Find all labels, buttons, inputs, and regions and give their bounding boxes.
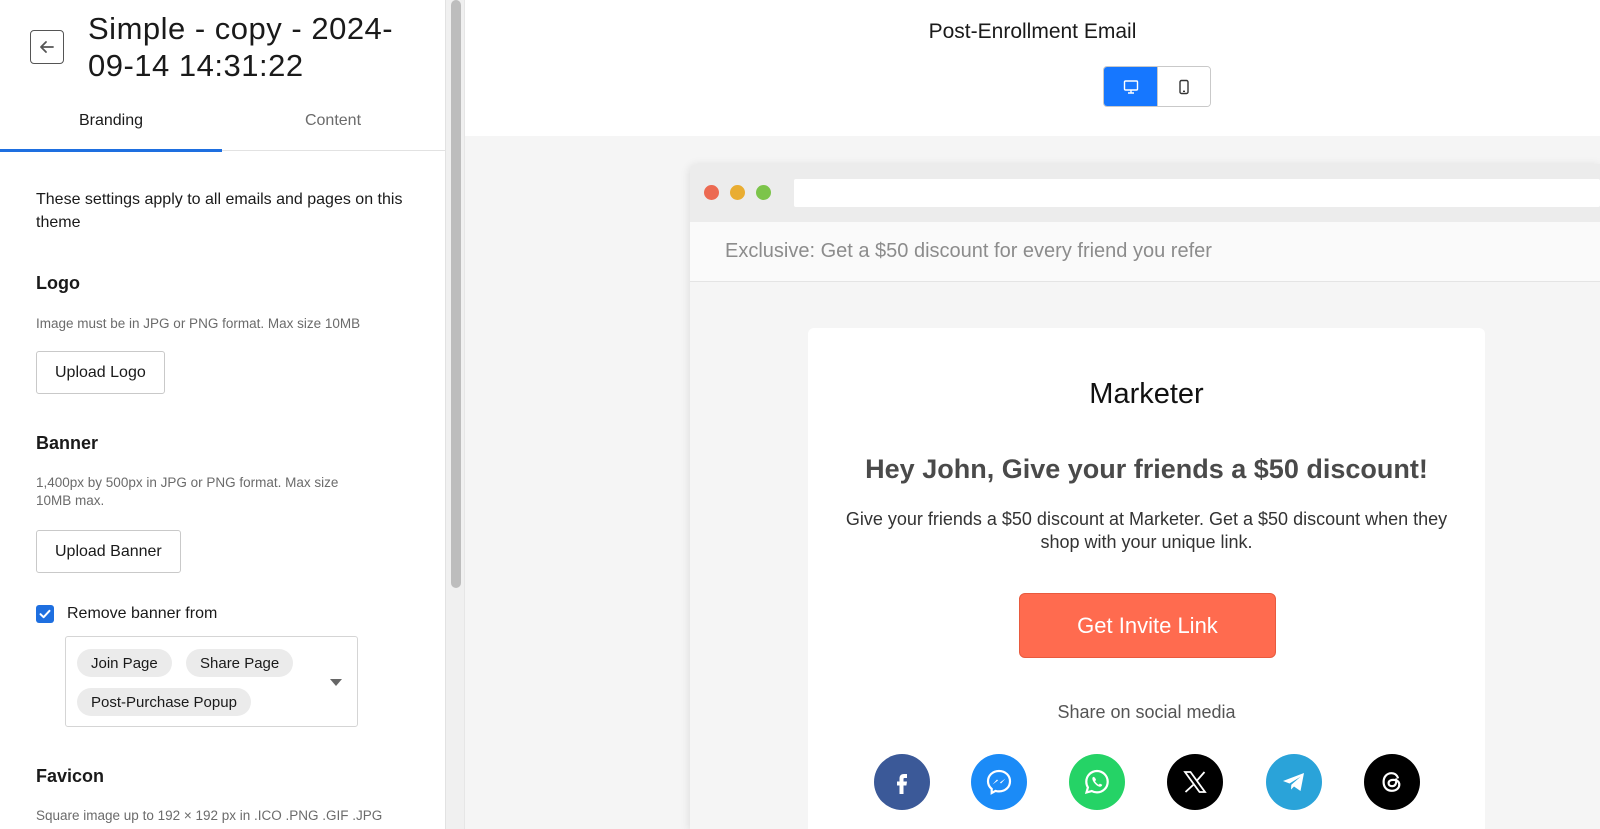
share-label: Share on social media <box>1057 702 1236 722</box>
banner-heading: Banner <box>36 433 99 453</box>
back-button[interactable] <box>30 30 64 64</box>
tab-branding[interactable]: Branding <box>0 104 222 152</box>
email-subject-row: Exclusive: Get a $50 discount for every … <box>690 222 1600 282</box>
get-invite-link-button[interactable]: Get Invite Link <box>1019 593 1276 658</box>
preview-title: Post-Enrollment Email <box>928 20 1137 43</box>
check-icon <box>39 609 51 619</box>
upload-banner-button[interactable]: Upload Banner <box>36 530 181 573</box>
panel-scrollbar-thumb[interactable] <box>451 0 461 588</box>
x-icon[interactable] <box>1167 754 1223 810</box>
tab-content[interactable]: Content <box>222 104 444 151</box>
theme-title: Simple - copy - 2024-09-14 14:31:22 <box>88 11 394 83</box>
whatsapp-icon[interactable] <box>1069 754 1125 810</box>
remove-banner-checkbox[interactable] <box>36 605 54 623</box>
telegram-icon[interactable] <box>1266 754 1322 810</box>
logo-heading: Logo <box>36 273 80 293</box>
facebook-glyph-icon <box>897 774 907 794</box>
brand-name: Marketer <box>1089 378 1204 410</box>
upload-logo-button[interactable]: Upload Logo <box>36 351 165 394</box>
threads-glyph-icon <box>1382 772 1401 792</box>
arrow-left-icon <box>40 41 54 53</box>
settings-intro: These settings apply to all emails and p… <box>36 191 403 231</box>
chip-share-page[interactable]: Share Page <box>186 649 294 677</box>
email-headline: Hey John, Give your friends a $50 discou… <box>865 454 1428 484</box>
settings-tabs: Branding Content <box>0 104 445 152</box>
desktop-icon <box>1123 79 1138 94</box>
favicon-heading: Favicon <box>36 766 105 786</box>
remove-banner-pages-select[interactable]: Join Page Share Page Post-Purchase Popup <box>65 636 358 727</box>
chip-post-purchase-popup[interactable]: Post-Purchase Popup <box>77 688 251 716</box>
chevron-down-icon[interactable] <box>330 679 342 686</box>
minimize-dot-icon <box>730 185 745 200</box>
mobile-icon <box>1179 79 1189 94</box>
banner-helper: 1,400px by 500px in JPG or PNG format. M… <box>36 475 339 508</box>
email-body: Give your friends a $50 discount at Mark… <box>845 509 1448 552</box>
whatsapp-glyph-icon <box>1084 769 1109 795</box>
browser-mockup: Exclusive: Get a $50 discount for every … <box>690 164 1600 829</box>
messenger-icon[interactable] <box>971 754 1027 810</box>
url-bar <box>794 179 1600 207</box>
remove-banner-label[interactable]: Remove banner from <box>67 605 217 623</box>
browser-titlebar <box>690 164 1600 222</box>
email-card: Marketer Hey John, Give your friends a $… <box>808 328 1485 829</box>
telegram-glyph-icon <box>1283 773 1304 791</box>
maximize-dot-icon <box>756 185 771 200</box>
device-toggle <box>1103 66 1211 107</box>
logo-helper: Image must be in JPG or PNG format. Max … <box>36 316 361 331</box>
favicon-helper: Square image up to 192 × 192 px in .ICO … <box>36 808 383 823</box>
mobile-view-button[interactable] <box>1157 67 1210 106</box>
desktop-view-button[interactable] <box>1104 67 1157 106</box>
settings-panel: Simple - copy - 2024-09-14 14:31:22 Bran… <box>0 0 446 829</box>
messenger-glyph-icon <box>986 769 1012 795</box>
facebook-icon[interactable] <box>874 754 930 810</box>
email-subject: Exclusive: Get a $50 discount for every … <box>725 240 1212 262</box>
chip-join-page[interactable]: Join Page <box>77 649 172 677</box>
x-glyph-icon <box>1183 771 1207 793</box>
close-dot-icon <box>704 185 719 200</box>
threads-icon[interactable] <box>1364 754 1420 810</box>
